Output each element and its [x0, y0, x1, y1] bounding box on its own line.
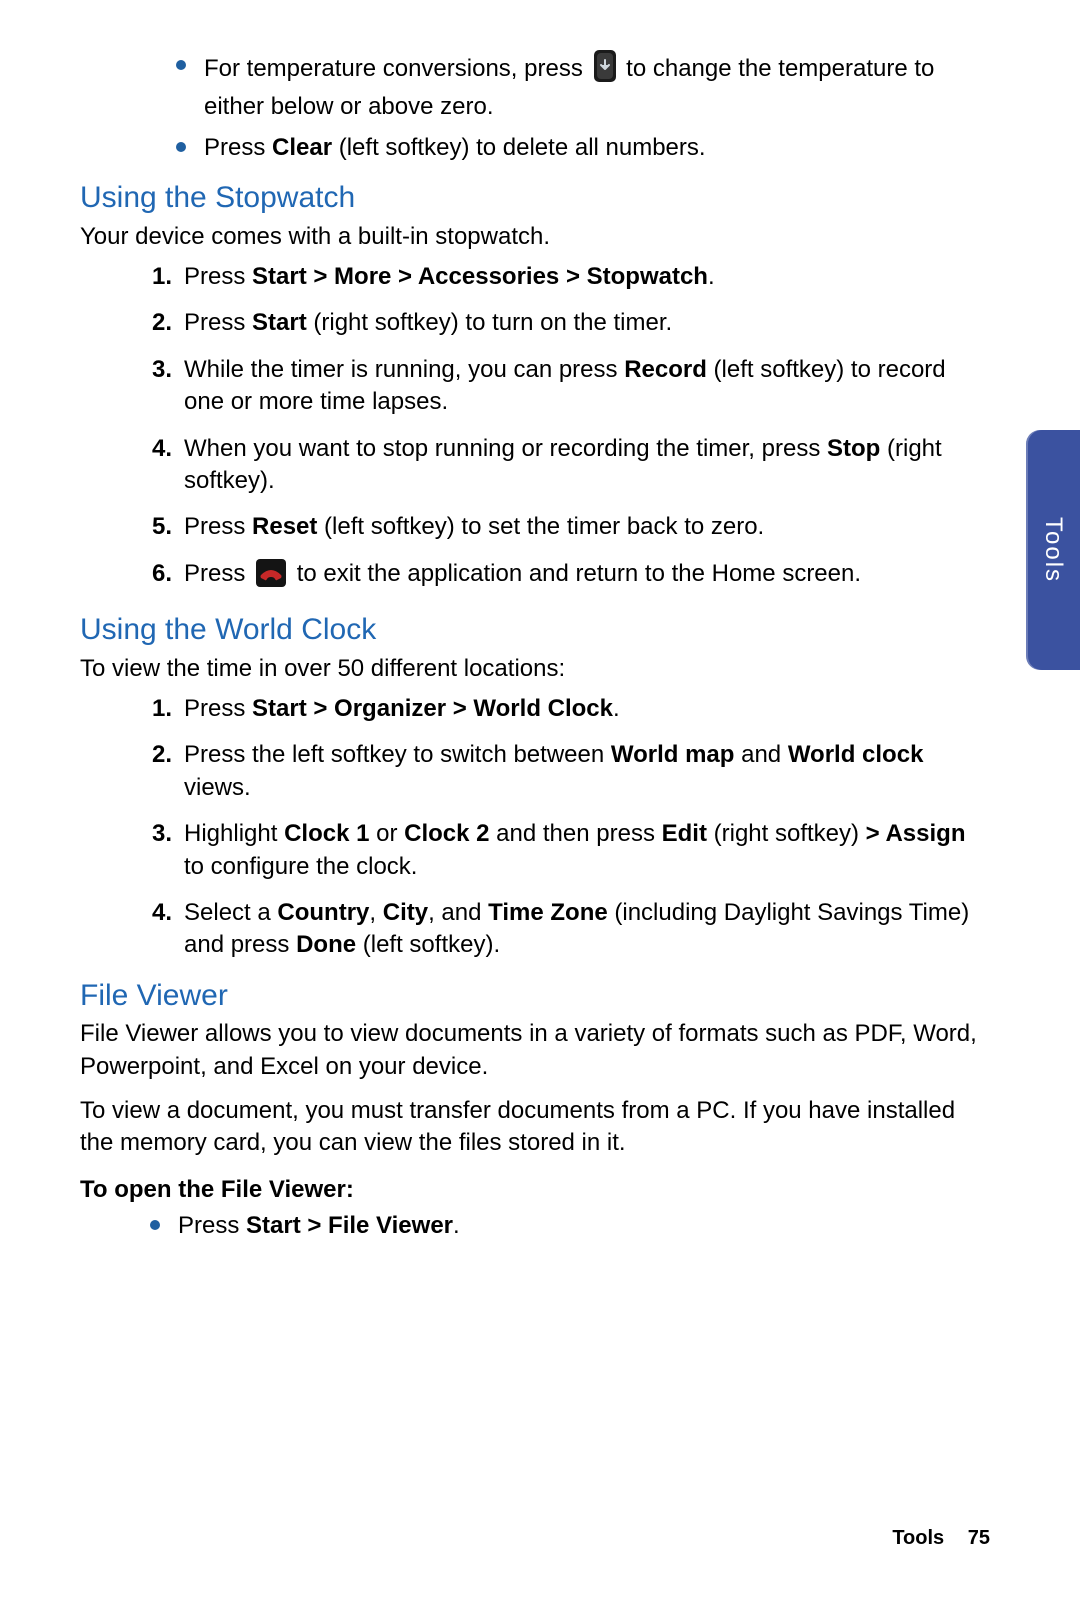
step-item: While the timer is running, you can pres…: [152, 354, 990, 419]
bold-text: Edit: [662, 820, 707, 847]
bold-text: World clock: [788, 741, 924, 768]
down-arrow-key-icon: [594, 50, 616, 91]
page-footer: Tools 75: [892, 1527, 990, 1550]
bold-text: Clock 1: [284, 820, 369, 847]
bold-text: > Assign: [866, 820, 966, 847]
step-item: Highlight Clock 1 or Clock 2 and then pr…: [152, 818, 990, 883]
bullet-item: Press Clear (left softkey) to delete all…: [176, 132, 990, 164]
bold-text: Stop: [827, 435, 880, 462]
bold-text: Start > File Viewer: [246, 1212, 453, 1239]
top-bullet-list: For temperature conversions, press to ch…: [80, 50, 990, 164]
footer-page: 75: [968, 1527, 990, 1549]
heading-worldclock: Using the World Clock: [80, 610, 990, 651]
end-call-key-icon: [256, 559, 286, 596]
heading-stopwatch: Using the Stopwatch: [80, 178, 990, 219]
bold-text: Start > Organizer > World Clock: [252, 695, 613, 722]
bold-text: Reset: [252, 513, 317, 540]
fileviewer-subhead: To open the File Viewer:: [80, 1174, 990, 1206]
bold-text: Record: [624, 356, 707, 383]
bold-text: Start > More > Accessories > Stopwatch: [252, 263, 708, 290]
bold-text: Clear: [272, 134, 332, 161]
worldclock-intro: To view the time in over 50 different lo…: [80, 653, 990, 685]
bullet-item: Press Start > File Viewer.: [150, 1210, 990, 1242]
bold-text: Done: [296, 931, 356, 958]
bold-text: Time Zone: [488, 899, 608, 926]
step-item: Press Start > Organizer > World Clock.: [152, 693, 990, 725]
step-item: Press Start > More > Accessories > Stopw…: [152, 261, 990, 293]
step-item: Press Reset (left softkey) to set the ti…: [152, 511, 990, 543]
bold-text: Clock 2: [404, 820, 489, 847]
step-item: When you want to stop running or recordi…: [152, 433, 990, 498]
stopwatch-intro: Your device comes with a built-in stopwa…: [80, 221, 990, 253]
footer-section: Tools: [892, 1527, 944, 1549]
step-item: Select a Country, City, and Time Zone (i…: [152, 897, 990, 962]
fileviewer-bullet-list: Press Start > File Viewer.: [80, 1210, 990, 1242]
section-tab: Tools: [1026, 430, 1080, 670]
fileviewer-para2: To view a document, you must transfer do…: [80, 1095, 990, 1160]
bold-text: World map: [611, 741, 735, 768]
stopwatch-steps: Press Start > More > Accessories > Stopw…: [80, 261, 990, 596]
step-item: Press the left softkey to switch between…: [152, 739, 990, 804]
bold-text: City: [383, 899, 428, 926]
fileviewer-para1: File Viewer allows you to view documents…: [80, 1018, 990, 1083]
heading-fileviewer: File Viewer: [80, 976, 990, 1017]
bullet-item: For temperature conversions, press to ch…: [176, 50, 990, 124]
step-item: Press Start (right softkey) to turn on t…: [152, 307, 990, 339]
bold-text: Start: [252, 309, 307, 336]
step-item: Press to exit the application and return…: [152, 558, 990, 596]
worldclock-steps: Press Start > Organizer > World Clock. Pr…: [80, 693, 990, 962]
section-tab-label: Tools: [1039, 517, 1067, 583]
bold-text: Country: [277, 899, 369, 926]
page-body: For temperature conversions, press to ch…: [0, 0, 1080, 1313]
